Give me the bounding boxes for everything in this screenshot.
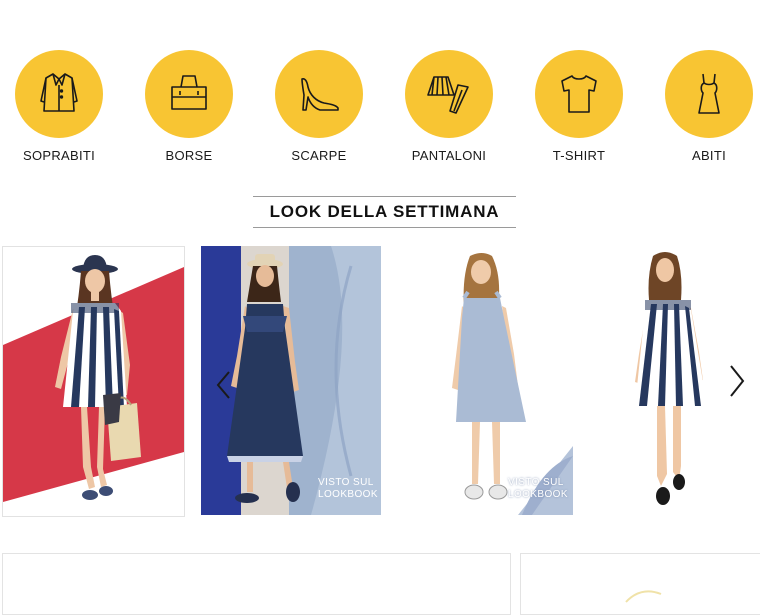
category-pantaloni[interactable]: PANTALONI xyxy=(394,50,504,163)
category-label: BORSE xyxy=(165,148,213,163)
look-card[interactable] xyxy=(2,246,185,517)
badge-line: LOOKBOOK xyxy=(318,489,378,500)
chevron-right-icon xyxy=(730,365,745,397)
chevron-left-icon xyxy=(216,371,230,399)
category-label: T-SHIRT xyxy=(552,148,606,163)
decorative-leaf xyxy=(625,590,662,603)
category-label: PANTALONI xyxy=(411,148,487,163)
shoe-icon xyxy=(275,50,363,138)
category-label: ABITI xyxy=(691,148,726,163)
coat-icon xyxy=(15,50,103,138)
category-borse[interactable]: BORSE xyxy=(134,50,244,163)
look-image xyxy=(3,255,184,502)
category-label: SCARPE xyxy=(291,148,347,163)
category-tshirt[interactable]: T-SHIRT xyxy=(524,50,634,163)
section-title: LOOK DELLA SETTIMANA xyxy=(253,196,516,228)
badge-line: VISTO SUL xyxy=(318,477,374,488)
carousel-next-button[interactable] xyxy=(728,364,746,403)
tshirt-icon xyxy=(535,50,623,138)
category-label: SOPRABITI xyxy=(22,148,96,163)
dress-icon xyxy=(665,50,753,138)
badge-line: VISTO SUL xyxy=(508,477,564,488)
category-soprabiti[interactable]: SOPRABITI xyxy=(4,50,114,163)
lookbook-badge: VISTO SUL LOOKBOOK xyxy=(318,477,378,501)
look-card[interactable]: VISTO SUL LOOKBOOK xyxy=(201,246,381,515)
look-card[interactable]: VISTO SUL LOOKBOOK xyxy=(392,246,573,515)
category-scarpe[interactable]: SCARPE xyxy=(264,50,374,163)
carousel-prev-button[interactable] xyxy=(215,370,231,405)
skirt-pants-icon xyxy=(405,50,493,138)
look-card[interactable] xyxy=(585,246,760,515)
badge-line: LOOKBOOK xyxy=(508,489,568,500)
bag-icon xyxy=(145,50,233,138)
promo-box[interactable] xyxy=(2,553,511,615)
category-abiti[interactable]: ABITI xyxy=(654,50,760,163)
promo-box[interactable] xyxy=(520,553,760,615)
look-image xyxy=(452,253,573,515)
category-row: SOPRABITI BORSE SCARPE PANTALONI T-SHIRT… xyxy=(0,50,760,170)
lookbook-badge: VISTO SUL LOOKBOOK xyxy=(508,477,568,501)
